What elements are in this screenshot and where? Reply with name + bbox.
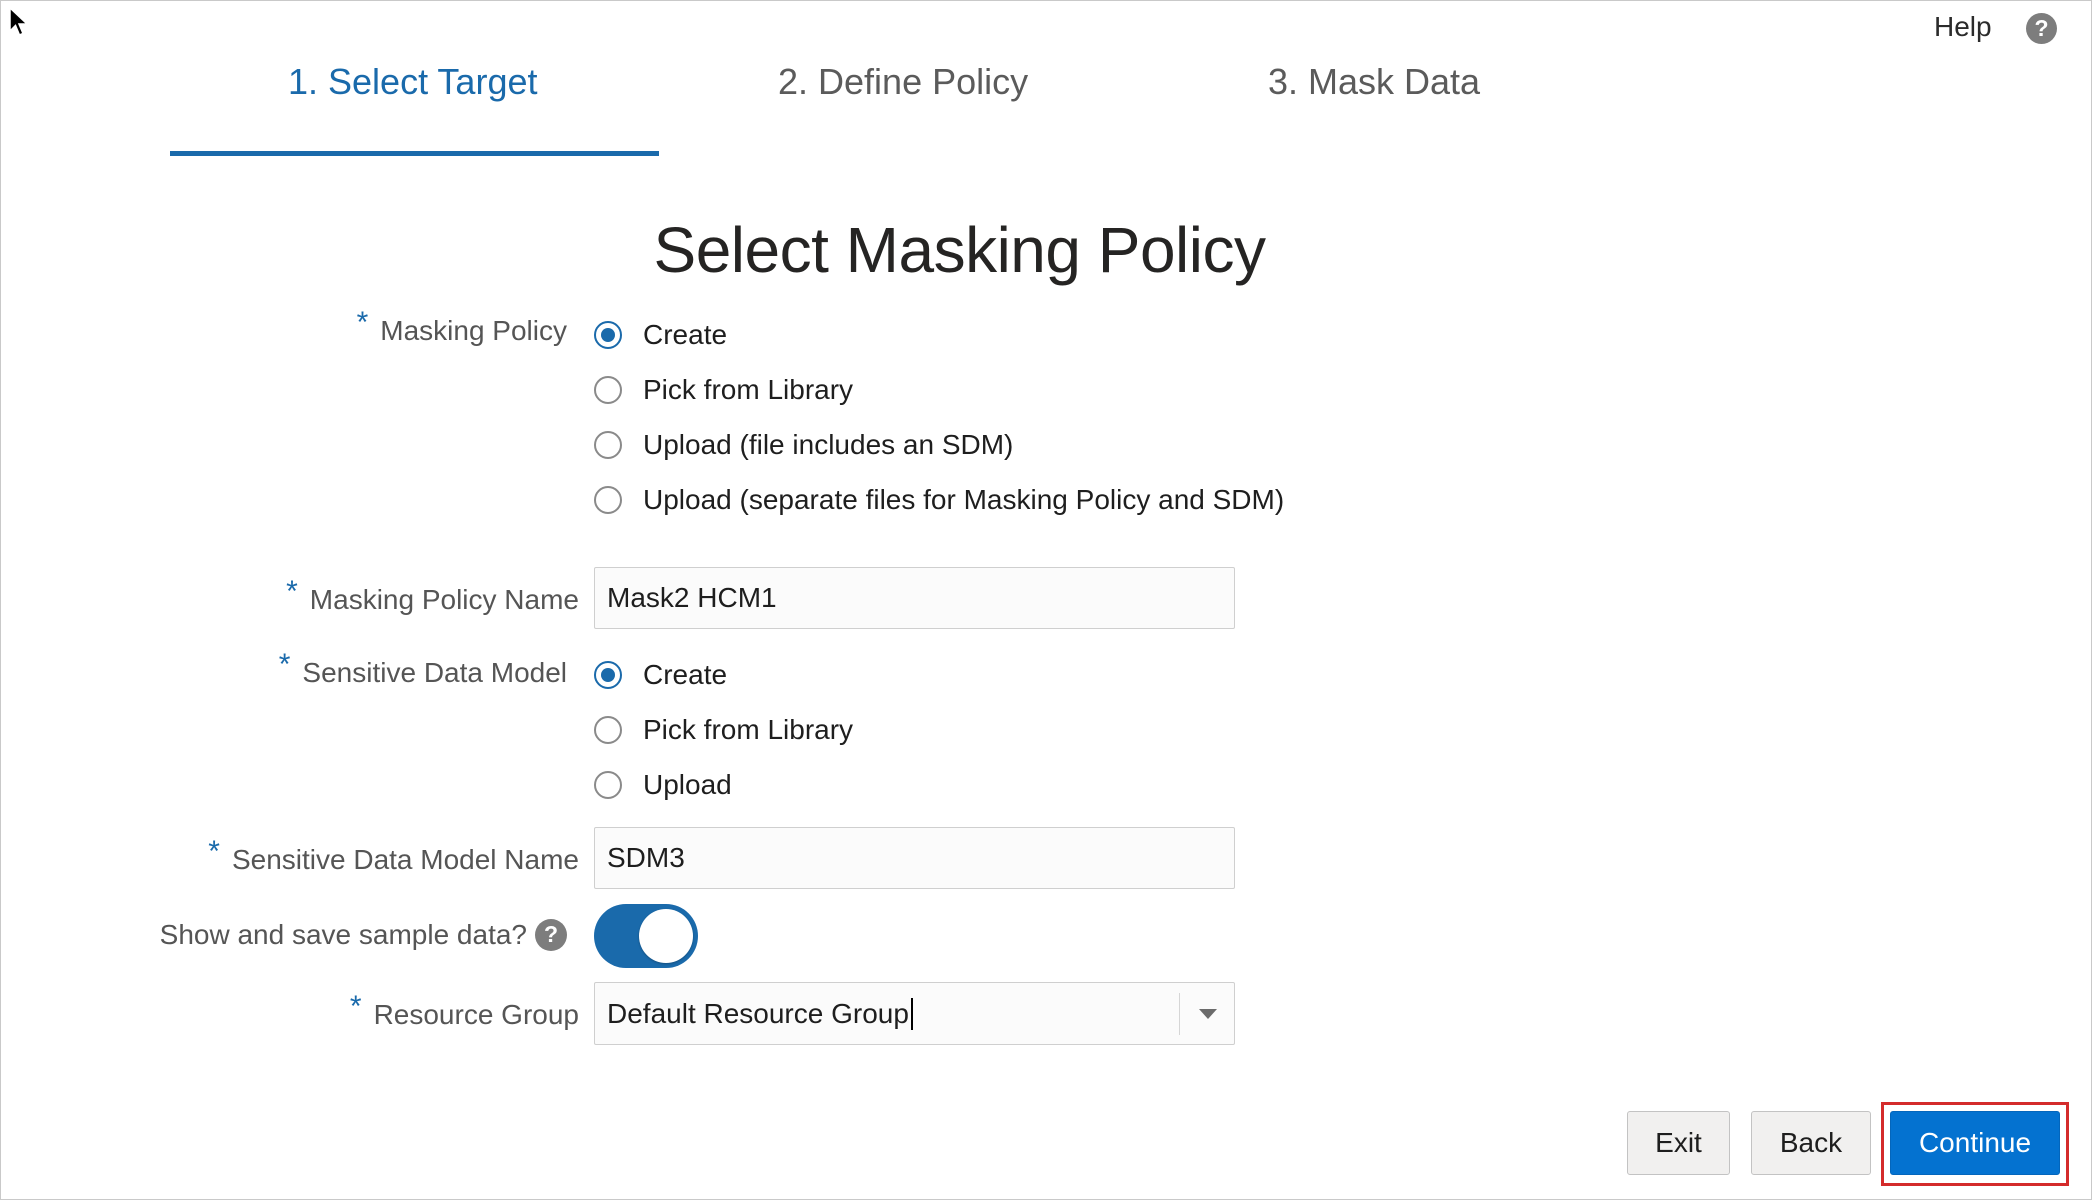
sensitive-data-model-label: * Sensitive Data Model <box>278 648 567 688</box>
sdm-option-pick-from-library[interactable]: Pick from Library <box>594 714 853 746</box>
exit-button[interactable]: Exit <box>1627 1111 1730 1175</box>
radio-label: Upload (file includes an SDM) <box>643 429 1014 460</box>
mouse-pointer-icon <box>9 7 29 36</box>
masking-policy-option-create[interactable]: Create <box>594 319 727 351</box>
masking-policy-option-upload-separate[interactable]: Upload (separate files for Masking Polic… <box>594 484 1284 516</box>
text-caret <box>910 997 913 1030</box>
masking-policy-option-upload-with-sdm[interactable]: Upload (file includes an SDM) <box>594 429 1013 461</box>
chevron-down-icon[interactable] <box>1199 1009 1217 1019</box>
radio-label: Upload (separate files for Masking Polic… <box>643 484 1285 515</box>
radio-button-selected[interactable] <box>594 321 622 349</box>
radio-label: Pick from Library <box>643 374 854 405</box>
radio-label: Upload <box>643 769 732 800</box>
radio-label: Pick from Library <box>643 714 854 745</box>
sample-data-label: Show and save sample data?? <box>160 918 567 953</box>
resource-group-label: * Resource Group <box>349 990 579 1030</box>
radio-button[interactable] <box>594 486 622 514</box>
wizard-window: Help ? 1. Select Target 2. Define Policy… <box>0 0 2092 1200</box>
sdm-option-upload[interactable]: Upload <box>594 769 732 801</box>
page-title: Select Masking Policy <box>653 214 1266 286</box>
required-asterisk: * <box>349 990 362 1023</box>
sdm-option-create[interactable]: Create <box>594 659 727 691</box>
radio-label: Create <box>643 659 728 690</box>
sample-data-toggle[interactable] <box>594 904 698 968</box>
resource-group-value: Default Resource Group <box>607 997 913 1032</box>
radio-button[interactable] <box>594 376 622 404</box>
help-link[interactable]: Help <box>1934 11 1992 43</box>
required-asterisk: * <box>208 835 220 868</box>
resource-group-select[interactable]: Default Resource Group <box>594 982 1235 1045</box>
masking-policy-option-pick-from-library[interactable]: Pick from Library <box>594 374 853 406</box>
help-question-icon[interactable]: ? <box>2026 13 2057 44</box>
back-button[interactable]: Back <box>1751 1111 1871 1175</box>
toggle-knob <box>639 909 693 963</box>
tab-mask-data[interactable]: 3. Mask Data <box>1268 61 1480 103</box>
required-asterisk: * <box>278 648 291 681</box>
required-asterisk: * <box>286 575 298 608</box>
radio-button[interactable] <box>594 431 622 459</box>
tab-define-policy[interactable]: 2. Define Policy <box>778 61 1028 103</box>
radio-button-selected[interactable] <box>594 661 622 689</box>
sample-data-help-icon[interactable]: ? <box>535 918 567 951</box>
select-divider <box>1179 993 1180 1035</box>
masking-policy-name-label: * Masking Policy Name <box>286 575 579 615</box>
sdm-name-input[interactable] <box>594 827 1235 889</box>
masking-policy-name-input[interactable] <box>594 567 1235 629</box>
radio-label: Create <box>643 319 728 350</box>
masking-policy-label: * Masking Policy <box>356 306 567 346</box>
continue-button[interactable]: Continue <box>1890 1111 2060 1175</box>
required-asterisk: * <box>356 306 369 339</box>
radio-button[interactable] <box>594 716 622 744</box>
radio-button[interactable] <box>594 771 622 799</box>
tab-select-target[interactable]: 1. Select Target <box>288 61 538 103</box>
sdm-name-label: * Sensitive Data Model Name <box>208 835 579 875</box>
active-tab-indicator <box>170 151 659 156</box>
